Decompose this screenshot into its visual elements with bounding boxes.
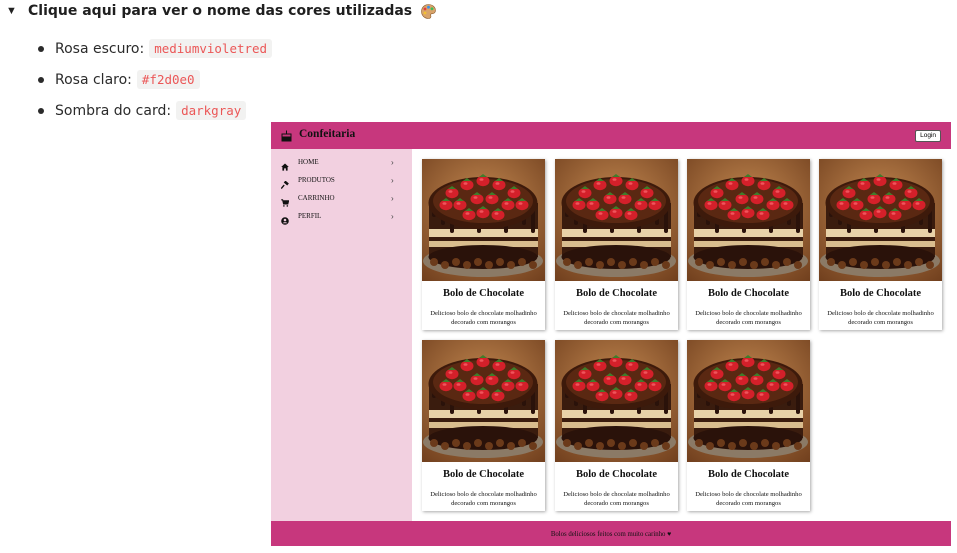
site-footer: Bolos deliciosos feitos com muito carinh… bbox=[271, 521, 951, 546]
nav-item-carrinho[interactable]: CARRINHO › bbox=[271, 190, 412, 207]
home-icon bbox=[281, 158, 289, 171]
nav-label: PERFIL bbox=[298, 212, 322, 220]
cake-image bbox=[422, 340, 545, 462]
product-card[interactable]: Bolo de Chocolate Delicioso bolo de choc… bbox=[687, 159, 810, 330]
color-list: Rosa escuro: mediumvioletred Rosa claro:… bbox=[38, 33, 273, 126]
inline-code[interactable]: #f2d0e0 bbox=[136, 70, 200, 89]
list-item: Rosa claro: #f2d0e0 bbox=[38, 64, 272, 95]
nav-item-home[interactable]: HOME › bbox=[271, 154, 412, 171]
artist-palette-icon bbox=[420, 3, 437, 20]
nav-label: PRODUTOS bbox=[298, 176, 335, 184]
list-item: Rosa escuro: mediumvioletred bbox=[38, 33, 273, 64]
inline-code[interactable]: darkgray bbox=[176, 101, 247, 120]
chevron-right-icon: › bbox=[391, 157, 394, 167]
card-title: Bolo de Chocolate bbox=[442, 469, 525, 480]
nav-item-perfil[interactable]: PERFIL › bbox=[271, 208, 412, 225]
product-card[interactable]: Bolo de Chocolate Delicioso bolo de choc… bbox=[422, 159, 545, 330]
cake-image bbox=[555, 159, 678, 281]
account-circle-icon bbox=[281, 212, 289, 225]
cake-image bbox=[819, 159, 942, 281]
chevron-right-icon: › bbox=[391, 175, 394, 185]
product-card[interactable]: Bolo de Chocolate Delicioso bolo de choc… bbox=[687, 340, 810, 511]
product-card[interactable]: Bolo de Chocolate Delicioso bolo de choc… bbox=[819, 159, 942, 330]
nav-item-produtos[interactable]: PRODUTOS › bbox=[271, 172, 412, 190]
bullet-dot-icon bbox=[38, 45, 44, 52]
card-title: Bolo de Chocolate bbox=[442, 288, 525, 299]
card-description: Delicioso bolo de chocolate molhadinho d… bbox=[695, 310, 802, 326]
site-header: Confeitaria Login bbox=[271, 122, 951, 149]
color-label: Rosa claro: bbox=[55, 71, 132, 88]
cake-icon bbox=[281, 129, 292, 142]
cake-image bbox=[687, 340, 810, 462]
card-description: Delicioso bolo de chocolate molhadinho d… bbox=[430, 491, 537, 507]
color-label: Sombra do card: bbox=[55, 102, 172, 119]
bullet-dot-icon bbox=[38, 76, 44, 83]
site-brand: Confeitaria bbox=[299, 128, 356, 140]
card-title: Bolo de Chocolate bbox=[575, 288, 658, 299]
product-card[interactable]: Bolo de Chocolate Delicioso bolo de choc… bbox=[422, 340, 545, 511]
card-description: Delicioso bolo de chocolate molhadinho d… bbox=[563, 491, 670, 507]
cake-image bbox=[687, 159, 810, 281]
card-description: Delicioso bolo de chocolate molhadinho d… bbox=[827, 310, 934, 326]
site-sidebar: HOME › PRODUTOS › CARRINHO › PERFIL › bbox=[271, 149, 412, 521]
color-label: Rosa escuro: bbox=[55, 40, 145, 57]
list-item: Sombra do card: darkgray bbox=[38, 95, 272, 126]
chevron-right-icon: › bbox=[391, 211, 394, 221]
card-description: Delicioso bolo de chocolate molhadinho d… bbox=[563, 310, 670, 326]
product-card[interactable]: Bolo de Chocolate Delicioso bolo de choc… bbox=[555, 159, 678, 330]
card-title: Bolo de Chocolate bbox=[575, 469, 658, 480]
chevron-right-icon: › bbox=[391, 193, 394, 203]
colors-toggle[interactable]: ▼ Clique aqui para ver o nome das cores … bbox=[6, 0, 437, 22]
login-button[interactable]: Login bbox=[915, 130, 941, 142]
nav-label: HOME bbox=[298, 158, 319, 166]
card-title: Bolo de Chocolate bbox=[707, 288, 790, 299]
card-title: Bolo de Chocolate bbox=[707, 469, 790, 480]
card-description: Delicioso bolo de chocolate molhadinho d… bbox=[695, 491, 802, 507]
cake-image bbox=[422, 159, 545, 281]
cart-icon bbox=[281, 194, 290, 207]
product-grid: Bolo de Chocolate Delicioso bolo de choc… bbox=[412, 149, 951, 521]
card-description: Delicioso bolo de chocolate molhadinho d… bbox=[430, 310, 537, 326]
product-card[interactable]: Bolo de Chocolate Delicioso bolo de choc… bbox=[555, 340, 678, 511]
card-title: Bolo de Chocolate bbox=[839, 288, 922, 299]
hammer-icon bbox=[280, 176, 289, 190]
cake-image bbox=[555, 340, 678, 462]
inline-code[interactable]: mediumvioletred bbox=[149, 39, 273, 58]
site-preview-image: Confeitaria Login HOME › PRODUTOS › CARR… bbox=[271, 122, 951, 546]
toggle-title: Clique aqui para ver o nome das cores ut… bbox=[28, 3, 413, 19]
toggle-triangle-icon[interactable]: ▼ bbox=[6, 5, 20, 17]
nav-label: CARRINHO bbox=[298, 194, 335, 202]
bullet-dot-icon bbox=[38, 107, 44, 114]
